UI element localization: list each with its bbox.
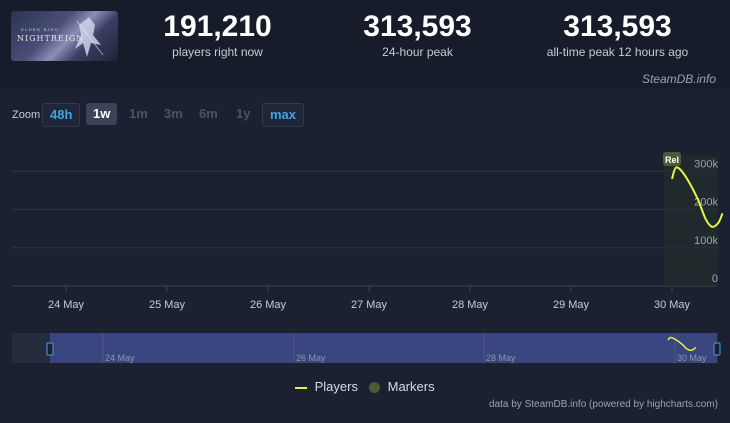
chart-credit[interactable]: data by SteamDB.info (powered by highcha… — [489, 399, 718, 410]
stat-24h-peak: 313,593 24-hour peak — [350, 10, 485, 60]
marker-label: Rel — [665, 155, 679, 165]
x-tick-label: 30 May — [654, 299, 691, 311]
chart-grid — [12, 156, 718, 287]
navigator-tick-label: 26 May — [296, 353, 326, 363]
x-tick-label: 29 May — [553, 299, 590, 311]
source-label[interactable]: SteamDB.info — [642, 72, 716, 86]
release-marker: Rel — [663, 152, 681, 166]
x-tick-label: 26 May — [250, 299, 287, 311]
stat-current: 191,210 players right now — [150, 10, 285, 60]
zoom-6m-button[interactable]: 6m — [192, 103, 225, 125]
x-tick-label: 27 May — [351, 299, 388, 311]
player-count-chart[interactable]: 24 May 25 May 26 May 27 May 28 May 29 May 30 M… — [0, 140, 730, 340]
header: ELDEN RING NIGHTREIGN 191,210 players ri… — [0, 0, 730, 88]
stat-all-time-peak: 313,593 all-time peak 12 hours ago — [540, 10, 695, 60]
stat-alltime-label: all-time peak 12 hours ago — [546, 45, 689, 59]
game-thumbnail[interactable]: ELDEN RING NIGHTREIGN — [11, 11, 118, 61]
x-tick-label: 24 May — [48, 299, 85, 311]
logo-subtext: ELDEN RING — [21, 27, 59, 32]
y-tick-label: 0 — [712, 273, 718, 285]
zoom-48h-button[interactable]: 48h — [42, 103, 81, 127]
navigator-left-handle — [46, 342, 54, 356]
stat-alltime-value: 313,593 — [563, 10, 672, 43]
legend-players-label: Players — [314, 379, 358, 394]
zoom-label: Zoom — [12, 109, 41, 121]
navigator-tick-label: 28 May — [486, 353, 516, 363]
markers-dot-icon — [369, 382, 380, 394]
zoom-1m-button[interactable]: 1m — [122, 103, 155, 125]
x-tick-label: 25 May — [149, 299, 186, 311]
navigator-selection — [50, 333, 717, 363]
y-tick-label: 300k — [694, 158, 718, 170]
navigator-right-handle — [713, 342, 721, 356]
x-tick-label: 28 May — [452, 299, 489, 311]
zoom-max-button[interactable]: max — [262, 103, 305, 127]
stat-24h-label: 24-hour peak — [382, 45, 453, 59]
legend-markers[interactable]: Markers — [369, 379, 435, 394]
zoom-3m-button[interactable]: 3m — [157, 103, 190, 125]
navigator[interactable]: 24 May 26 May 28 May 30 May — [0, 330, 730, 370]
y-tick-label: 100k — [694, 235, 718, 247]
x-axis-ticks: 24 May 25 May 26 May 27 May 28 May 29 May 30 M… — [48, 286, 691, 311]
legend-players[interactable]: Players — [295, 379, 358, 394]
zoom-1y-button[interactable]: 1y — [229, 103, 257, 125]
navigator-tick-label: 24 May — [105, 353, 135, 363]
logo-text: NIGHTREIGN — [17, 34, 85, 43]
stat-current-label: players right now — [172, 45, 263, 59]
stat-24h-value: 313,593 — [363, 10, 472, 43]
zoom-1w-button[interactable]: 1w — [86, 103, 118, 125]
stat-current-value: 191,210 — [163, 10, 272, 43]
players-line-icon — [295, 386, 307, 389]
navigator-tick-label: 30 May — [677, 353, 707, 363]
legend-markers-label: Markers — [387, 379, 435, 394]
